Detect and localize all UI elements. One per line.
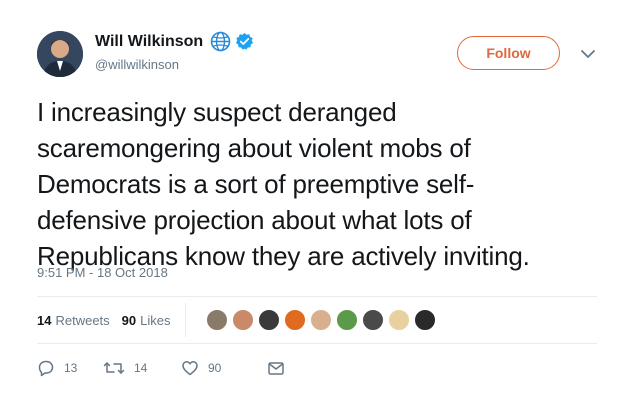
divider [37,296,597,297]
stats-separator [184,303,186,337]
globe-icon [210,31,231,52]
author-handle[interactable]: @willwilkinson [95,57,179,72]
direct-message-button[interactable] [267,359,285,377]
liker-avatar[interactable] [387,309,410,331]
retweets-label: Retweets [55,312,110,328]
liker-avatar[interactable] [283,309,306,331]
tweet-stats: 14 Retweets 90 Likes [37,303,440,337]
avatar[interactable] [37,31,83,77]
likes-count: 90 [121,312,137,328]
liker-avatar[interactable] [413,309,436,331]
liker-avatar[interactable] [335,309,358,331]
tweet-actions: 13 14 90 [37,359,285,377]
liker-avatar[interactable] [257,309,280,331]
tweet-timestamp[interactable]: 9:51 PM - 18 Oct 2018 [37,265,168,280]
liker-avatars [205,309,440,331]
retweets-stat[interactable]: 14 Retweets [37,313,110,328]
liker-avatar[interactable] [309,309,332,331]
author-name-row: Will Wilkinson [95,31,254,52]
reply-button[interactable]: 13 [37,359,103,377]
liker-avatar[interactable] [205,309,228,331]
retweet-button[interactable]: 14 [103,359,181,377]
liker-avatar[interactable] [231,309,254,331]
likes-stat[interactable]: 90 Likes [122,313,171,328]
reply-icon [38,360,54,377]
tweet-text: I increasingly suspect deranged scaremon… [37,97,530,271]
heart-icon [182,361,198,376]
likes-label: Likes [140,312,171,328]
envelope-icon [268,362,284,375]
retweets-count: 14 [37,312,52,328]
follow-button[interactable]: Follow [457,36,560,70]
verified-badge-icon [235,32,254,51]
author-name[interactable]: Will Wilkinson [95,33,203,51]
retweet-count: 14 [134,361,148,375]
chevron-down-icon[interactable] [580,47,596,59]
divider [37,343,597,344]
retweet-icon [103,362,125,374]
liker-avatar[interactable] [361,309,384,331]
tweet-card: Will Wilkinson @willwilkinson Follow I i… [0,0,631,405]
like-count: 90 [208,361,222,375]
like-button[interactable]: 90 [181,359,267,377]
reply-count: 13 [64,361,78,375]
